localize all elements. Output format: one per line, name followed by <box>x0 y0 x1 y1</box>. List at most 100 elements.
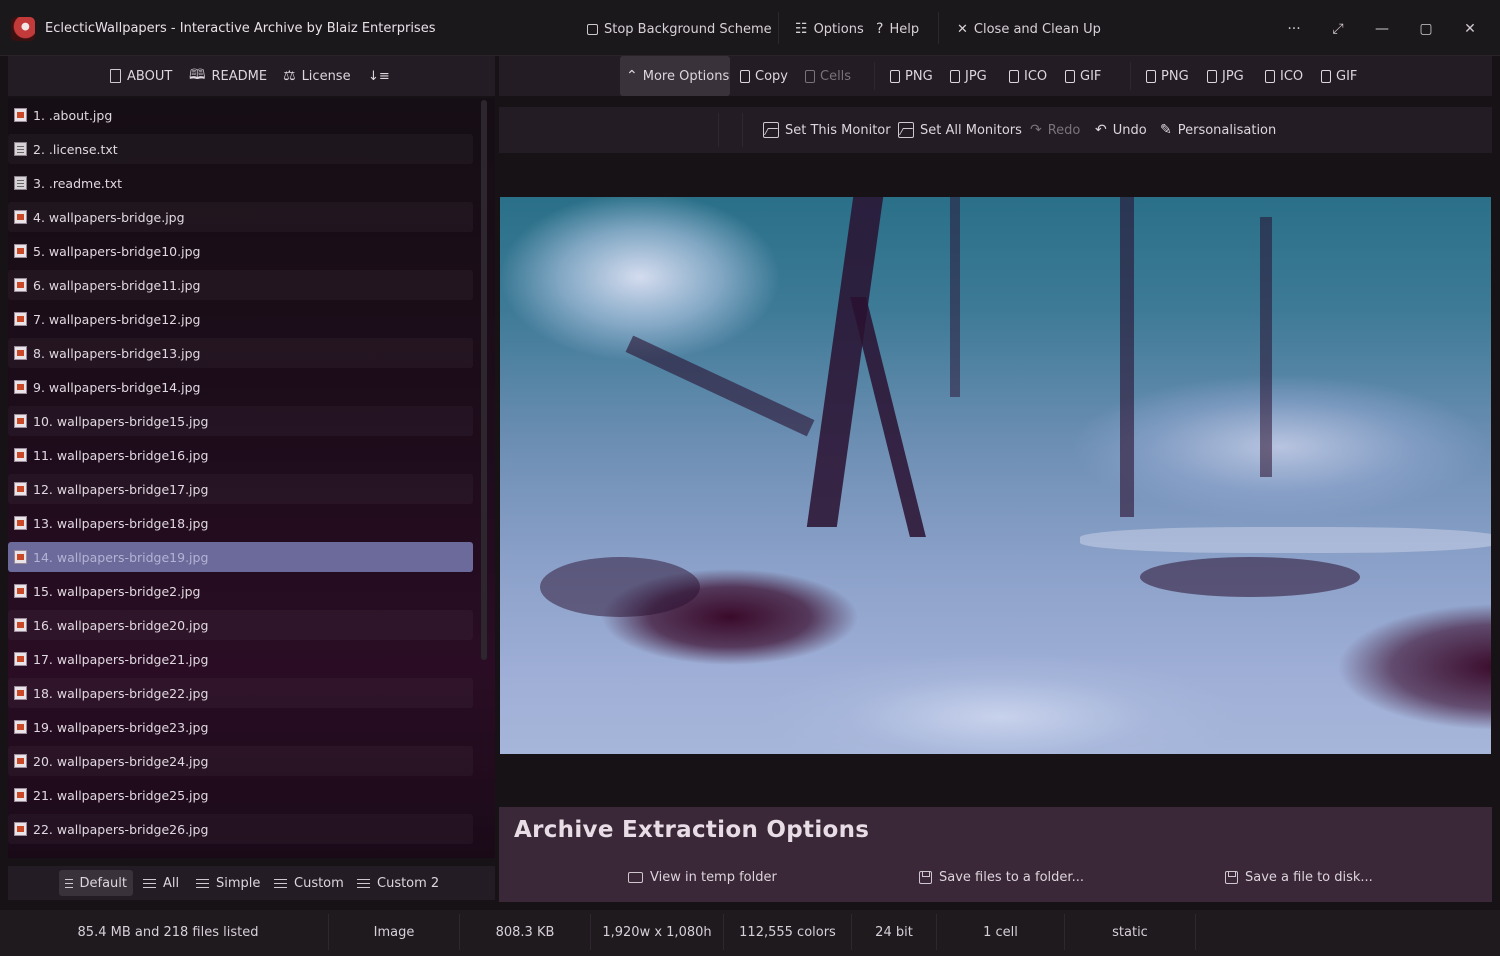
view-mode-simple[interactable]: Simple <box>190 870 266 896</box>
file-list-item[interactable]: 15. wallpapers-bridge2.jpg <box>8 576 473 606</box>
redo-button[interactable]: ↷ Redo <box>1030 120 1080 140</box>
file-list-item[interactable]: 22. wallpapers-bridge26.jpg <box>8 814 473 844</box>
file-list-item-selected[interactable]: 14. wallpapers-bridge19.jpg <box>8 542 473 572</box>
file-list-item[interactable]: 4. wallpapers-bridge.jpg <box>8 202 473 232</box>
file-list-item[interactable]: 18. wallpapers-bridge22.jpg <box>8 678 473 708</box>
file-list-item[interactable]: 12. wallpapers-bridge17.jpg <box>8 474 473 504</box>
file-list-item[interactable]: 9. wallpapers-bridge14.jpg <box>8 372 473 402</box>
file-list-item[interactable]: 11. wallpapers-bridge16.jpg <box>8 440 473 470</box>
stop-background-scheme-button[interactable]: Stop Background Scheme <box>587 19 772 39</box>
file-list-scrollbar[interactable] <box>481 100 487 660</box>
save-as-ico-button[interactable]: ICO <box>1265 66 1303 86</box>
save-file-to-disk-button[interactable]: Save a file to disk... <box>1225 870 1373 885</box>
divider <box>938 12 939 44</box>
file-list-item[interactable]: 2. .license.txt <box>8 134 473 164</box>
more-options-button[interactable]: ⌃ More Options <box>620 56 730 96</box>
image-file-icon <box>14 312 27 326</box>
view-mode-custom-2-label: Custom 2 <box>377 875 440 891</box>
file-list: 1. .about.jpg 2. .license.txt 3. .readme.t… <box>8 98 495 858</box>
file-list-item-label: 9. wallpapers-bridge14.jpg <box>33 379 201 395</box>
save-as-jpg-button[interactable]: JPG <box>1207 66 1244 86</box>
view-mode-custom[interactable]: Custom <box>268 870 350 896</box>
copy-as-ico-button[interactable]: ICO <box>1009 66 1047 86</box>
divider <box>718 113 719 147</box>
save-as-gif-button[interactable]: GIF <box>1321 66 1357 86</box>
file-list-item[interactable]: 19. wallpapers-bridge23.jpg <box>8 712 473 742</box>
view-mode-bar: Default All Simple Custom Custom 2 <box>8 866 495 900</box>
readme-button[interactable]: 🕮 README <box>189 66 267 86</box>
sort-button[interactable]: ↓≡ <box>368 66 390 86</box>
cells-button[interactable]: Cells <box>805 66 851 86</box>
file-list-item[interactable]: 7. wallpapers-bridge12.jpg <box>8 304 473 334</box>
file-list-item[interactable]: 13. wallpapers-bridge18.jpg <box>8 508 473 538</box>
license-button[interactable]: ⚖ License <box>283 66 351 86</box>
file-list-item[interactable]: 6. wallpapers-bridge11.jpg <box>8 270 473 300</box>
app-subtitle: Interactive Archive by Blaiz Enterprises <box>179 21 436 36</box>
app-name: EclecticWallpapers <box>45 21 167 36</box>
copy-button[interactable]: Copy <box>740 66 788 86</box>
more-icon: ··· <box>1287 21 1301 37</box>
file-list-item-label: 11. wallpapers-bridge16.jpg <box>33 447 209 463</box>
view-mode-custom-2[interactable]: Custom 2 <box>351 870 445 896</box>
image-file-icon <box>14 584 27 598</box>
file-list-item[interactable]: 3. .readme.txt <box>8 168 473 198</box>
image-file-icon <box>14 414 27 428</box>
title-bar: EclecticWallpapers - Interactive Archive… <box>0 0 1500 56</box>
close-icon: ✕ <box>957 21 968 37</box>
app-logo-icon <box>11 17 35 41</box>
image-file-icon <box>14 278 27 292</box>
folder-icon <box>628 872 643 883</box>
set-this-monitor-button[interactable]: Set This Monitor <box>763 120 891 140</box>
copy-as-ico-label: ICO <box>1024 68 1048 84</box>
personalisation-button[interactable]: ✎ Personalisation <box>1160 120 1276 140</box>
expand-icon: ⤢ <box>1332 21 1344 37</box>
copy-as-gif-label: GIF <box>1080 68 1102 84</box>
help-button[interactable]: ? Help <box>876 19 919 39</box>
set-all-monitors-button[interactable]: Set All Monitors <box>898 120 1022 140</box>
file-list-item[interactable]: 17. wallpapers-bridge21.jpg <box>8 644 473 674</box>
options-button[interactable]: ☷ Options <box>795 19 864 39</box>
sort-icon: ↓≡ <box>368 68 390 84</box>
copy-icon <box>1207 69 1217 83</box>
copy-as-jpg-label: JPG <box>965 68 987 84</box>
about-button[interactable]: ABOUT <box>110 66 172 86</box>
file-list-item-label: 2. .license.txt <box>33 141 118 157</box>
status-file-size: 808.3 KB <box>460 914 591 950</box>
file-list-item-label: 14. wallpapers-bridge19.jpg <box>33 549 209 565</box>
image-file-icon <box>14 108 27 122</box>
file-list-item-label: 20. wallpapers-bridge24.jpg <box>33 753 209 769</box>
view-mode-all[interactable]: All <box>137 870 185 896</box>
file-list-item[interactable]: 8. wallpapers-bridge13.jpg <box>8 338 473 368</box>
view-mode-default[interactable]: Default <box>59 870 133 896</box>
close-and-clean-up-button[interactable]: ✕ Close and Clean Up <box>957 19 1101 39</box>
image-file-icon <box>14 686 27 700</box>
view-in-temp-folder-button[interactable]: View in temp folder <box>628 870 777 885</box>
file-list-item[interactable]: 21. wallpapers-bridge25.jpg <box>8 780 473 810</box>
archive-extraction-panel: Archive Extraction Options View in temp … <box>499 807 1492 902</box>
file-list-item-label: 5. wallpapers-bridge10.jpg <box>33 243 201 259</box>
undo-button[interactable]: ↶ Undo <box>1095 120 1147 140</box>
text-file-icon <box>14 176 27 190</box>
window-close-button[interactable]: ✕ <box>1459 18 1481 40</box>
file-list-item[interactable]: 5. wallpapers-bridge10.jpg <box>8 236 473 266</box>
save-files-to-folder-button[interactable]: Save files to a folder... <box>919 870 1084 885</box>
file-list-item[interactable]: 10. wallpapers-bridge15.jpg <box>8 406 473 436</box>
status-colors: 112,555 colors <box>724 914 852 950</box>
minimize-button[interactable]: — <box>1371 18 1393 40</box>
copy-as-png-button[interactable]: PNG <box>890 66 933 86</box>
more-menu-button[interactable]: ··· <box>1283 18 1305 40</box>
picture-icon <box>898 122 914 138</box>
image-file-icon <box>14 618 27 632</box>
file-list-item[interactable]: 1. .about.jpg <box>8 100 473 130</box>
expand-button[interactable]: ⤢ <box>1327 18 1349 40</box>
file-list-item[interactable]: 16. wallpapers-bridge20.jpg <box>8 610 473 640</box>
file-list-item-label: 3. .readme.txt <box>33 175 123 191</box>
copy-as-jpg-button[interactable]: JPG <box>950 66 987 86</box>
maximize-button[interactable]: ▢ <box>1415 18 1437 40</box>
save-icon <box>919 871 932 884</box>
file-list-item[interactable]: 20. wallpapers-bridge24.jpg <box>8 746 473 776</box>
save-files-to-folder-label: Save files to a folder... <box>939 870 1084 885</box>
copy-as-gif-button[interactable]: GIF <box>1065 66 1101 86</box>
copy-icon <box>740 69 750 83</box>
save-as-png-button[interactable]: PNG <box>1146 66 1189 86</box>
